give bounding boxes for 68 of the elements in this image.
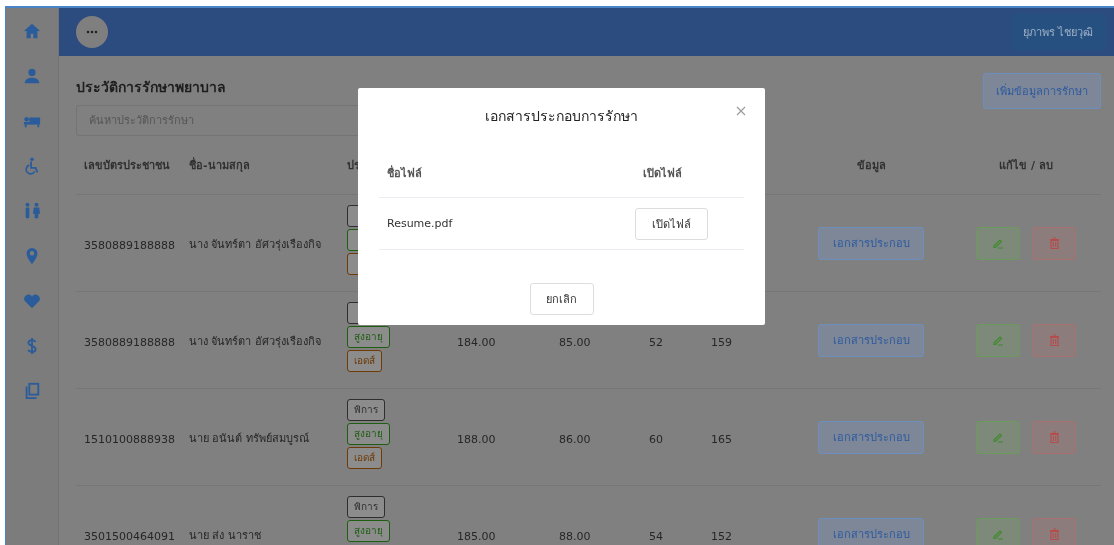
table-cell: 3580889188888 <box>84 335 175 349</box>
documents-button[interactable]: เอกสารประกอบ <box>818 323 924 357</box>
table-cell: นาง จันทร์ตา อัศวรุ่งเรืองกิจ <box>189 238 321 251</box>
more-button[interactable] <box>76 16 108 48</box>
file-name: Resume.pdf <box>387 217 453 230</box>
open-file-button[interactable]: เปิดไฟล์ <box>635 207 708 240</box>
home-icon[interactable] <box>23 22 41 40</box>
table-cell: 88.00 <box>559 529 591 543</box>
column-header: แก้ไข / ลบ <box>998 158 1054 174</box>
tag: สูงอายุ <box>347 423 390 445</box>
delete-button[interactable] <box>1032 420 1076 454</box>
column-header: ข้อมูล <box>855 158 887 174</box>
column-header: เลขบัตรประชาชน <box>84 158 171 174</box>
documents-button[interactable]: เอกสารประกอบ <box>818 226 924 260</box>
person-icon[interactable] <box>23 67 41 85</box>
people-icon[interactable] <box>23 202 41 220</box>
edit-button[interactable] <box>976 420 1020 454</box>
table-cell: 52 <box>649 335 663 349</box>
delete-button[interactable] <box>1032 226 1076 260</box>
trash-icon <box>1048 431 1060 443</box>
table-cell: 188.00 <box>457 432 496 446</box>
tag: พิการ <box>347 496 385 518</box>
column-header: ชื่อ-นามสกุล <box>189 156 251 174</box>
pencil-icon <box>992 334 1004 346</box>
edit-button[interactable] <box>976 517 1020 545</box>
pencil-icon <box>992 528 1004 540</box>
table-cell: 3580889188888 <box>84 238 175 252</box>
table-cell: 54 <box>649 529 663 543</box>
heart-icon[interactable] <box>23 292 41 310</box>
table-cell: นาย อนันต์ ทรัพย์สมบูรณ์ <box>189 432 309 445</box>
table-cell: 60 <box>649 432 663 446</box>
cancel-button[interactable]: ยกเลิก <box>529 283 594 315</box>
edit-button[interactable] <box>976 323 1020 357</box>
tag: เอดส์ <box>347 447 382 469</box>
table-cell: 1510100888938 <box>84 432 175 446</box>
table-cell: นาง จันทร์ตา อัศวรุ่งเรืองกิจ <box>189 335 321 348</box>
tag: พิการ <box>347 399 385 421</box>
user-button[interactable]: ยุภาพร ไชยวุฒิ <box>1010 14 1105 50</box>
dots-icon <box>86 30 98 34</box>
trash-icon <box>1048 528 1060 540</box>
pencil-icon <box>992 431 1004 443</box>
column-header: ชื่อไฟล์ <box>387 164 422 182</box>
table-cell: 185.00 <box>457 529 496 543</box>
table-cell: นาย ส่ง นาราช <box>189 529 261 542</box>
delete-button[interactable] <box>1032 517 1076 545</box>
trash-icon <box>1048 237 1060 249</box>
tag: สูงอายุ <box>347 520 390 542</box>
documents-button[interactable]: เอกสารประกอบ <box>818 517 924 545</box>
pencil-icon <box>992 237 1004 249</box>
trash-icon <box>1048 334 1060 346</box>
copy-icon[interactable] <box>23 382 41 400</box>
tag: เอดส์ <box>347 350 382 372</box>
table-cell: 85.00 <box>559 335 591 349</box>
close-icon[interactable] <box>736 106 746 116</box>
wheelchair-icon[interactable] <box>23 157 41 175</box>
table-cell: 184.00 <box>457 335 496 349</box>
column-header: เปิดไฟล์ <box>643 166 682 182</box>
table-cell: 152 <box>711 529 732 543</box>
page-title: ประวัติการรักษาพยาบาล <box>76 78 226 97</box>
table-cell: 3501500464091 <box>84 529 175 543</box>
table-cell: 86.00 <box>559 432 591 446</box>
documents-button[interactable]: เอกสารประกอบ <box>818 420 924 454</box>
table-cell: 159 <box>711 335 732 349</box>
table-cell: 165 <box>711 432 732 446</box>
edit-button[interactable] <box>976 226 1020 260</box>
tag: สูงอายุ <box>347 326 390 348</box>
delete-button[interactable] <box>1032 323 1076 357</box>
add-record-button[interactable]: เพิ่มข้อมูลการรักษา <box>983 73 1101 109</box>
